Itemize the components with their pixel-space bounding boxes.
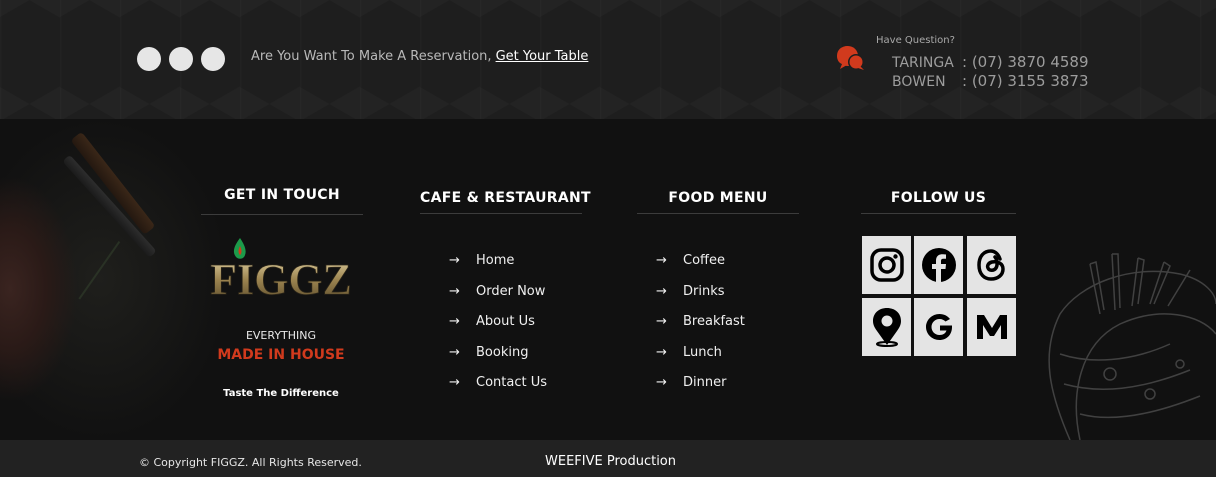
google-icon (925, 314, 952, 340)
nav-link-label: Contact Us (476, 375, 547, 390)
arrow-right-icon: → (449, 253, 460, 268)
phone-taringa[interactable]: TARINGA : (07) 3870 4589 (892, 53, 1089, 71)
copyright-text: © Copyright FIGGZ. All Rights Reserved. (139, 456, 362, 469)
food-menu-title: FOOD MENU (668, 190, 768, 206)
map-pin-icon (872, 308, 901, 347)
nav-link-label: About Us (476, 314, 535, 329)
medium-button[interactable] (967, 298, 1016, 356)
arrow-right-icon: → (656, 284, 667, 299)
arrow-right-icon: → (449, 314, 460, 329)
threads-icon (976, 249, 1005, 281)
menu-link-coffee[interactable]: → Coffee (656, 253, 725, 268)
arrow-right-icon: → (656, 375, 667, 390)
instagram-button[interactable] (862, 236, 911, 294)
logo-wordmark: FIGGZ (210, 255, 352, 300)
nav-link-about-us[interactable]: → About Us (449, 314, 535, 329)
nav-link-label: Order Now (476, 284, 546, 299)
top-bar: Are You Want To Make A Reservation, Get Y… (0, 0, 1216, 119)
nav-link-order-now[interactable]: → Order Now (449, 284, 545, 299)
section-divider (420, 213, 582, 214)
phone-location: BOWEN (892, 74, 946, 90)
section-divider (201, 214, 363, 215)
google-button[interactable] (914, 298, 963, 356)
location-button[interactable] (862, 298, 911, 356)
phone-number: : (07) 3155 3873 (962, 72, 1089, 90)
food-sketch-illustration (1048, 253, 1216, 440)
tagline-taste: Taste The Difference (223, 388, 339, 399)
arrow-right-icon: → (449, 284, 460, 299)
copyright-bar: © Copyright FIGGZ. All Rights Reserved. … (0, 440, 1216, 477)
dot-indicator (169, 47, 193, 71)
figgz-logo: FIGGZ (210, 238, 352, 300)
get-in-touch-title: GET IN TOUCH (224, 187, 340, 203)
facebook-button[interactable] (914, 236, 963, 294)
follow-us-title: FOLLOW US (890, 190, 987, 206)
menu-link-breakfast[interactable]: → Breakfast (656, 314, 745, 329)
arrow-right-icon: → (449, 375, 460, 390)
dot-indicator (137, 47, 161, 71)
have-question-label: Have Question? (876, 35, 955, 46)
section-divider (637, 213, 799, 214)
nav-link-booking[interactable]: → Booking (449, 345, 528, 360)
phone-bowen[interactable]: BOWEN : (07) 3155 3873 (892, 72, 1089, 90)
instagram-icon (869, 248, 904, 282)
phone-location: TARINGA (892, 55, 954, 71)
arrow-right-icon: → (656, 253, 667, 268)
reservation-prompt: Are You Want To Make A Reservation, Get Y… (251, 49, 588, 64)
chat-bubbles-icon (837, 46, 864, 70)
nav-link-home[interactable]: → Home (449, 253, 514, 268)
tagline-everything: EVERYTHING (245, 329, 317, 342)
nav-link-label: Home (476, 253, 515, 268)
menu-link-label: Breakfast (683, 314, 745, 329)
medium-icon (976, 315, 1007, 339)
menu-link-drinks[interactable]: → Drinks (656, 284, 725, 299)
menu-link-label: Coffee (683, 253, 725, 268)
phone-number: : (07) 3870 4589 (962, 53, 1089, 71)
get-your-table-link[interactable]: Get Your Table (496, 49, 589, 64)
cafe-restaurant-title: CAFE & RESTAURANT (420, 190, 591, 206)
menu-link-label: Dinner (683, 375, 727, 390)
arrow-right-icon: → (449, 345, 460, 360)
footer-main (0, 119, 1216, 440)
arrow-right-icon: → (656, 345, 667, 360)
reservation-text: Are You Want To Make A Reservation, (251, 49, 492, 64)
section-divider (861, 213, 1016, 214)
nav-link-contact-us[interactable]: → Contact Us (449, 375, 547, 390)
nav-link-label: Booking (476, 345, 529, 360)
credit-link[interactable]: WEEFIVE Production (545, 454, 676, 469)
menu-link-label: Lunch (683, 345, 722, 360)
menu-link-dinner[interactable]: → Dinner (656, 375, 726, 390)
menu-link-label: Drinks (683, 284, 725, 299)
arrow-right-icon: → (656, 314, 667, 329)
dot-indicator (201, 47, 225, 71)
threads-button[interactable] (967, 236, 1016, 294)
facebook-icon (921, 248, 956, 282)
menu-link-lunch[interactable]: → Lunch (656, 345, 722, 360)
tagline-made-in-house: MADE IN HOUSE (217, 347, 345, 363)
